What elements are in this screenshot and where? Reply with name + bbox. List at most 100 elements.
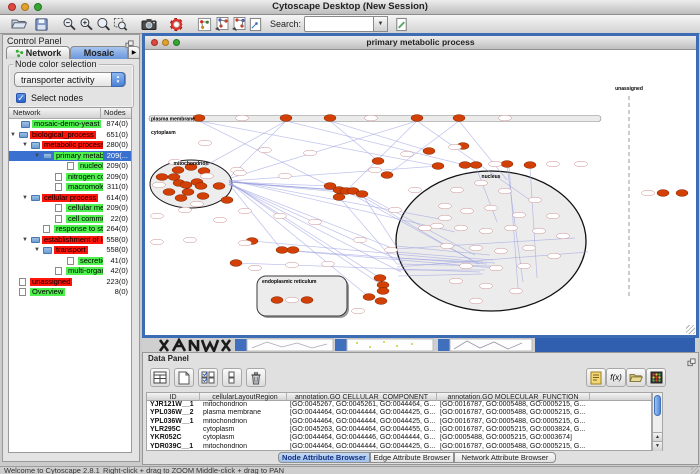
tree-row[interactable]: ▼biological_process651(0): [9, 130, 131, 141]
unselect-attributes-icon[interactable]: [222, 368, 242, 387]
save-session-icon[interactable]: [33, 16, 50, 32]
search-input[interactable]: [304, 16, 374, 32]
tree-row[interactable]: mosaic-demo-yeast874(0): [9, 119, 131, 130]
window-resize-grip[interactable]: [691, 466, 699, 474]
folder-icon: [31, 237, 40, 244]
network-node: [657, 190, 669, 197]
table-scrollbar[interactable]: ▲ ▼: [652, 392, 663, 451]
attribute-table[interactable]: YJR121W__1mitochondrion[GO:0045267, GO:0…: [146, 401, 652, 451]
tree-row[interactable]: secretion41(0): [9, 256, 131, 267]
data-panel-float-icon[interactable]: [687, 354, 696, 372]
search-dropdown-button[interactable]: ▼: [374, 16, 388, 32]
node-color-dropdown-value: transporter activity: [21, 75, 95, 85]
select-nodes-checkbox[interactable]: ✓: [16, 93, 26, 103]
tab-network[interactable]: Network: [6, 46, 70, 59]
apply-vizmap-icon[interactable]: [230, 16, 247, 32]
file-icon: [43, 225, 50, 233]
zoom-selected-region-icon[interactable]: [112, 16, 129, 32]
folder-icon: [31, 195, 40, 202]
help-ring-icon[interactable]: [168, 16, 185, 32]
attribute-browser-tab[interactable]: Node Attribute Browser: [278, 452, 370, 463]
network-view-frame[interactable]: primary metabolic process plasma membran…: [142, 33, 699, 338]
table-cell: YKR052C: [147, 434, 200, 442]
search-label: Search:: [270, 19, 301, 29]
table-cell: [GO:0005488, GO:0005215, GO:0003674]: [437, 434, 590, 442]
node-label-oval: [475, 180, 488, 186]
tab-mosaic[interactable]: Mosaic: [70, 46, 128, 59]
search-options-icon[interactable]: [393, 16, 410, 32]
node-label-oval: [518, 263, 531, 269]
snapshot-camera-icon[interactable]: [140, 16, 157, 32]
tree-row[interactable]: macromolecule311(0): [9, 182, 131, 193]
tree-row[interactable]: ▼primary metabo209(...: [9, 151, 131, 162]
network-overview-icon[interactable]: [196, 16, 213, 32]
scrollbar-thumb[interactable]: [654, 395, 661, 416]
table-row[interactable]: YKR052Ccytoplasm[GO:0044464, GO:0044446,…: [147, 434, 651, 442]
network-graph[interactable]: plasma membranecytoplasmmitochondrionnuc…: [145, 50, 696, 335]
tree-row[interactable]: ▼transport558(0): [9, 245, 131, 256]
open-session-icon[interactable]: [10, 16, 27, 32]
annotation-icon[interactable]: [247, 16, 264, 32]
expand-arrow-icon[interactable]: ▼: [22, 235, 28, 246]
expand-arrow-icon[interactable]: ▼: [34, 151, 40, 162]
network-node: [271, 297, 283, 304]
expand-arrow-icon[interactable]: ▼: [10, 130, 16, 141]
attribute-browser-tab[interactable]: Network Attribute Browser: [454, 452, 556, 463]
zoom-out-icon[interactable]: [61, 16, 78, 32]
folder-icon: [21, 121, 30, 128]
attribute-browser-tab[interactable]: Edge Attribute Browser: [370, 452, 454, 463]
network-resize-grip[interactable]: [686, 325, 695, 334]
table-row[interactable]: YLR295Ccytoplasm[GO:0045263, GO:0044464,…: [147, 426, 651, 434]
network-edge: [229, 184, 401, 272]
table-row[interactable]: YDR039C__1mitochondrion[GO:0044464, GO:0…: [147, 443, 651, 451]
tree-row[interactable]: Overview8(0): [9, 287, 131, 298]
formula-notes-icon[interactable]: [586, 368, 606, 387]
table-row[interactable]: YPL036W__1mitochondrion[GO:0044464, GO:0…: [147, 418, 651, 426]
table-row[interactable]: YPL036W__2plasma membrane[GO:0044464, GO…: [147, 409, 651, 417]
node-color-dropdown[interactable]: transporter activity ▲▼: [14, 72, 126, 87]
tree-row-node-count: 22(0): [110, 214, 128, 225]
tree-row[interactable]: nucleobase-209(0): [9, 161, 131, 172]
tree-row[interactable]: nitrogen compo209(0): [9, 172, 131, 183]
select-attributes-icon[interactable]: [198, 368, 218, 387]
tree-row[interactable]: ▼cellular process614(0): [9, 193, 131, 204]
node-label-oval: [286, 297, 299, 303]
tree-row[interactable]: unassigned223(0): [9, 277, 131, 288]
unassigned-label: unassigned: [615, 86, 643, 92]
zoom-in-icon[interactable]: [78, 16, 95, 32]
tree-row[interactable]: cell communicat22(0): [9, 214, 131, 225]
tree-row[interactable]: ▼establishment of lo558(0): [9, 235, 131, 246]
node-label-oval: [401, 151, 414, 157]
expand-arrow-icon[interactable]: ▼: [22, 140, 28, 151]
node-label-oval: [480, 283, 493, 289]
network-node: [163, 189, 175, 196]
network-canvas[interactable]: plasma membranecytoplasmmitochondrionnuc…: [145, 50, 696, 335]
open-attribute-folder-icon[interactable]: [626, 368, 646, 387]
tree-row[interactable]: multi-organism pro42(0): [9, 266, 131, 277]
tab-scroll-right-button[interactable]: ▶: [128, 46, 140, 59]
tree-row-node-count: 280(0): [106, 140, 128, 151]
attribute-matrix-icon[interactable]: [646, 368, 666, 387]
new-attribute-icon[interactable]: [174, 368, 194, 387]
function-builder-icon[interactable]: f(x): [606, 368, 626, 387]
expand-arrow-icon[interactable]: ▼: [34, 245, 40, 256]
tree-row-node-count: 41(0): [110, 256, 128, 267]
network-node: [180, 182, 192, 189]
table-row[interactable]: YJR121W__1mitochondrion[GO:0045267, GO:0…: [147, 401, 651, 409]
attribute-table-icon[interactable]: [150, 368, 170, 387]
folder-icon: [19, 132, 28, 139]
status-bar: Welcome to Cytoscape 2.8.1 Right-click +…: [0, 466, 700, 474]
zoom-fit-icon[interactable]: [95, 16, 112, 32]
delete-attribute-trash-icon[interactable]: [246, 368, 266, 387]
file-icon: [55, 173, 62, 181]
tree-row[interactable]: response to stimulu264(0): [9, 224, 131, 235]
file-icon: [67, 257, 74, 265]
tree-row[interactable]: ▼metabolic process280(0): [9, 140, 131, 151]
apply-layout-icon[interactable]: [213, 16, 230, 32]
node-label-oval: [385, 247, 398, 253]
scroll-down-button[interactable]: ▼: [653, 441, 662, 451]
tree-row[interactable]: cellular metabo209(0): [9, 203, 131, 214]
expand-arrow-icon[interactable]: ▼: [22, 193, 28, 204]
table-cell: YPL036W__1: [147, 418, 200, 426]
network-frame-titlebar[interactable]: primary metabolic process: [145, 36, 696, 50]
